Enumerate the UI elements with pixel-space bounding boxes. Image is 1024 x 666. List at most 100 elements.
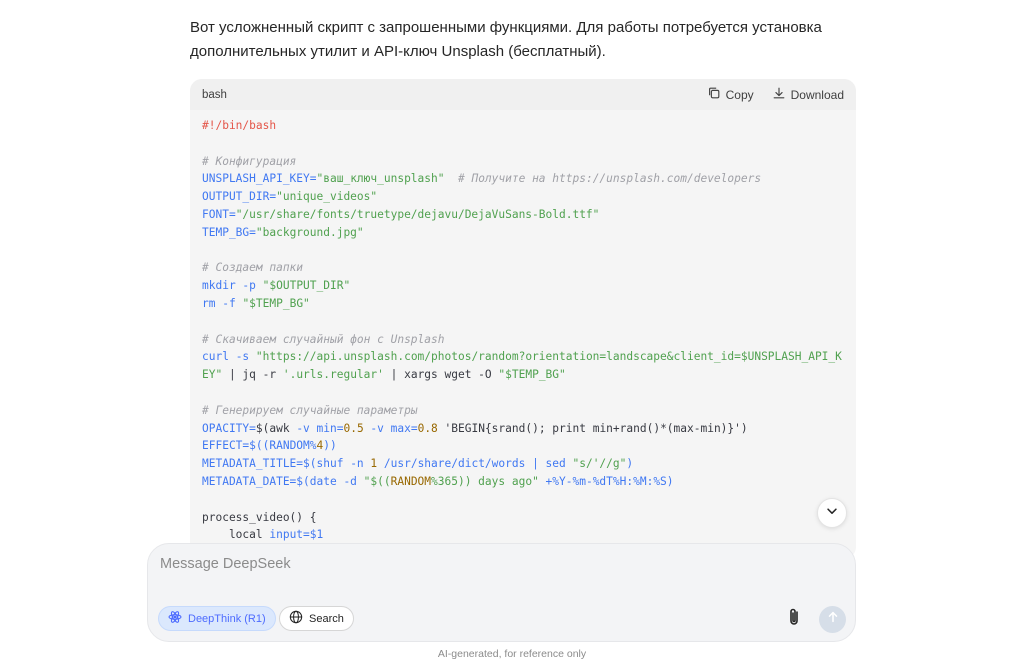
code-token: # Конфигурация	[202, 154, 297, 168]
code-token: "background.jpg"	[255, 225, 364, 239]
code-line: METADATA_DATE=$(date -d "$((RANDOM%365))…	[202, 473, 844, 491]
code-token: "unique_videos"	[276, 190, 378, 204]
code-line: EFFECT=$((RANDOM%4))	[202, 437, 844, 455]
intro-line-1: Вот усложненный скрипт с запрошенными фу…	[190, 19, 822, 36]
code-line: # Конфигурация	[202, 153, 844, 171]
code-token: # Скачиваем случайный фон с Unsplash	[202, 332, 445, 346]
download-label: Download	[790, 87, 844, 102]
code-token: | xargs wget -O	[383, 368, 499, 382]
code-line: EY" | jq -r '.urls.regular' | xargs wget…	[202, 366, 844, 384]
code-token: 0.8	[417, 421, 438, 435]
code-token: "$TEMP_BG"	[242, 296, 310, 310]
code-token: $((RANDOM%	[249, 439, 317, 453]
code-token: TEMP_BG=	[202, 225, 256, 239]
intro-line-2: дополнительных утилит и API-ключ Unsplas…	[190, 43, 606, 60]
code-token: -v max=	[363, 421, 418, 435]
code-token: | jq -r	[222, 368, 283, 382]
code-token: OUTPUT_DIR=	[202, 190, 277, 204]
code-token: local	[202, 528, 270, 542]
code-token: UNSPLASH_API_KEY=	[202, 172, 317, 186]
copy-icon	[707, 86, 721, 103]
code-line: UNSPLASH_API_KEY="ваш_ключ_unsplash" # П…	[202, 170, 844, 188]
code-line: # Скачиваем случайный фон с Unsplash	[202, 331, 844, 349]
message-input[interactable]: Message DeepSeek	[160, 556, 291, 572]
code-block: bash Copy Download #!/bin/bash # Конфигу…	[190, 79, 856, 559]
arrow-up-icon	[826, 610, 840, 629]
copy-label: Copy	[725, 87, 754, 102]
code-block-header: bash Copy Download	[190, 79, 856, 110]
code-line: OUTPUT_DIR="unique_videos"	[202, 188, 844, 206]
code-token: METADATA_TITLE=	[202, 457, 304, 471]
code-token: %365)) days ago"	[431, 474, 539, 488]
code-line: TEMP_BG="background.jpg"	[202, 224, 844, 242]
search-toggle[interactable]: Search	[279, 606, 354, 631]
code-actions: Copy Download	[707, 86, 844, 103]
code-token: "$OUTPUT_DIR"	[262, 279, 351, 293]
download-icon	[772, 86, 786, 103]
code-token: "https://api.unsplash.com/photos/random?…	[255, 350, 842, 364]
code-line: # Создаем папки	[202, 259, 844, 277]
code-token: '.urls.regular'	[282, 368, 384, 382]
code-token: -f	[215, 296, 243, 310]
code-token: METADATA_DATE=	[202, 474, 297, 488]
code-token: input=$1	[269, 528, 324, 542]
code-line: METADATA_TITLE=$(shuf -n 1 /usr/share/di…	[202, 455, 844, 473]
code-token: # Создаем папки	[202, 261, 304, 275]
code-token: $(date -d	[296, 474, 364, 488]
code-line: rm -f "$TEMP_BG"	[202, 295, 844, 313]
paperclip-icon	[786, 607, 802, 632]
code-token: -s	[228, 350, 256, 364]
code-token: $(awk	[255, 421, 297, 435]
code-line: #!/bin/bash	[202, 117, 844, 135]
copy-button[interactable]: Copy	[707, 86, 754, 103]
scroll-down-button[interactable]	[817, 498, 847, 528]
search-label: Search	[309, 612, 344, 625]
code-token: "s/'//g"	[572, 457, 627, 471]
download-button[interactable]: Download	[772, 86, 844, 103]
code-token: #!/bin/bash	[202, 119, 277, 132]
globe-icon	[289, 610, 303, 627]
code-line: FONT="/usr/share/fonts/truetype/dejavu/D…	[202, 206, 844, 224]
code-token: RANDOM	[390, 474, 432, 488]
code-token: "ваш_ключ_unsplash"	[316, 172, 445, 186]
code-token: -v min=	[296, 421, 344, 435]
code-token: "/usr/share/fonts/truetype/dejavu/DejaVu…	[235, 207, 600, 221]
attach-button[interactable]	[784, 608, 804, 630]
code-line: process_video() {	[202, 509, 844, 527]
code-token: 0.5	[343, 421, 364, 435]
code-token: curl	[202, 350, 229, 364]
code-line: curl -s "https://api.unsplash.com/photos…	[202, 348, 844, 366]
code-token: -p	[235, 279, 263, 293]
code-token: )	[626, 457, 634, 471]
atom-icon	[168, 610, 182, 627]
code-token: "$TEMP_BG"	[498, 368, 566, 382]
assistant-message-intro: Вот усложненный скрипт с запрошенными фу…	[190, 16, 850, 64]
code-token: EY"	[202, 368, 223, 382]
code-token: # Генерируем случайные параметры	[202, 403, 418, 417]
code-token: OPACITY=	[202, 421, 256, 435]
code-token: rm	[202, 296, 216, 310]
code-language-label: bash	[202, 88, 227, 101]
code-line: mkdir -p "$OUTPUT_DIR"	[202, 277, 844, 295]
deepthink-toggle[interactable]: DeepThink (R1)	[158, 606, 276, 631]
send-button[interactable]	[819, 606, 846, 633]
deepthink-label: DeepThink (R1)	[188, 612, 266, 625]
code-token: +%Y-%m-%dT%H:%M:%S)	[538, 474, 674, 488]
code-token: 'BEGIN{srand(); print min+rand()*(max-mi…	[437, 421, 748, 435]
code-token: /usr/share/dict/words | sed	[377, 457, 573, 471]
code-token: mkdir	[202, 279, 236, 293]
code-token: # Получите на https://unsplash.com/devel…	[457, 172, 762, 186]
code-token: process_video() {	[202, 510, 317, 524]
code-token: "$((	[363, 474, 391, 488]
code-line: OPACITY=$(awk -v min=0.5 -v max=0.8 'BEG…	[202, 420, 844, 438]
code-token: FONT=	[202, 207, 236, 221]
code-content: #!/bin/bash # Конфигурация UNSPLASH_API_K…	[190, 110, 856, 544]
code-token: ))	[323, 439, 337, 453]
code-token: $(shuf -n	[303, 457, 371, 471]
